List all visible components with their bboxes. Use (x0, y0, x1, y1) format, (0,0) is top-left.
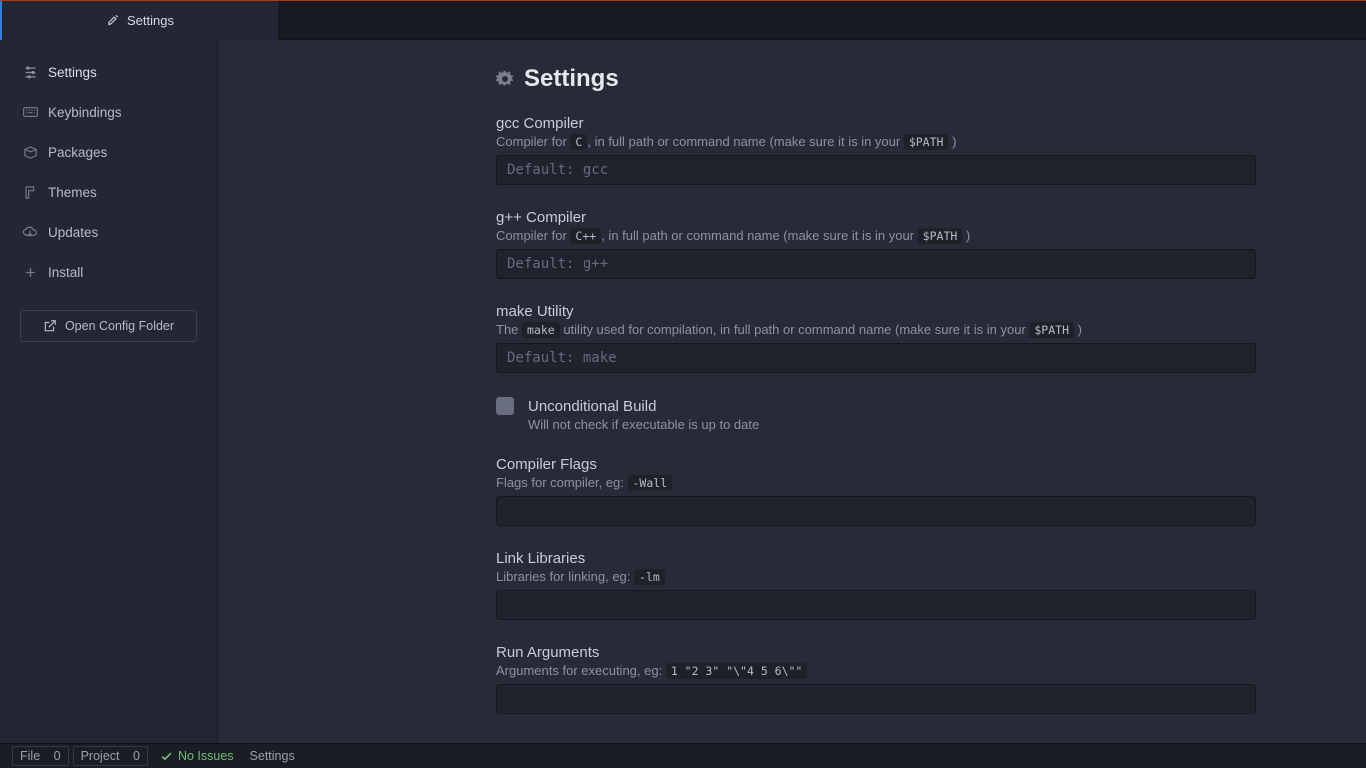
cloud-download-icon (22, 224, 38, 240)
status-bar: File 0 Project 0 No Issues Settings (0, 743, 1366, 768)
settings-sidebar: Settings Keybindings Packages Themes Upd… (0, 40, 218, 743)
link-libraries-input[interactable] (496, 590, 1256, 620)
sidebar-label: Keybindings (48, 105, 122, 120)
status-project[interactable]: Project 0 (73, 746, 148, 766)
gear-icon (496, 70, 514, 88)
sidebar-label: Updates (48, 225, 98, 240)
sidebar-item-keybindings[interactable]: Keybindings (0, 92, 217, 132)
gcc-compiler-input[interactable] (496, 155, 1256, 185)
sidebar-item-packages[interactable]: Packages (0, 132, 217, 172)
setting-run-arguments: Run Arguments Arguments for executing, e… (496, 644, 1256, 714)
settings-panel: Settings gcc Compiler Compiler for C, in… (218, 40, 1366, 743)
paint-icon (22, 184, 38, 200)
setting-link-libraries: Link Libraries Libraries for linking, eg… (496, 550, 1256, 620)
page-title: Settings (524, 65, 619, 93)
setting-gpp-compiler: g++ Compiler Compiler for C++, in full p… (496, 209, 1256, 279)
sidebar-item-settings[interactable]: Settings (0, 52, 217, 92)
make-utility-input[interactable] (496, 343, 1256, 373)
compiler-flags-input[interactable] (496, 496, 1256, 526)
status-file[interactable]: File 0 (12, 746, 69, 766)
sidebar-item-install[interactable]: Install (0, 252, 217, 292)
run-arguments-input[interactable] (496, 684, 1256, 714)
status-context: Settings (242, 749, 303, 763)
unconditional-build-checkbox[interactable] (496, 397, 514, 415)
check-icon (160, 750, 173, 763)
sidebar-item-themes[interactable]: Themes (0, 172, 217, 212)
setting-compiler-flags: Compiler Flags Flags for compiler, eg: -… (496, 456, 1256, 526)
status-issues[interactable]: No Issues (152, 749, 242, 763)
package-icon (22, 144, 38, 160)
sliders-icon (22, 64, 38, 80)
sidebar-label: Packages (48, 145, 107, 160)
open-config-label: Open Config Folder (65, 319, 174, 333)
wrench-icon (106, 13, 120, 27)
setting-gcc-compiler: gcc Compiler Compiler for C, in full pat… (496, 115, 1256, 185)
external-link-icon (43, 319, 57, 333)
gpp-compiler-input[interactable] (496, 249, 1256, 279)
open-config-folder-button[interactable]: Open Config Folder (20, 310, 197, 342)
tab-settings[interactable]: Settings (0, 0, 278, 40)
setting-make-utility: make Utility The make utility used for c… (496, 303, 1256, 373)
sidebar-label: Install (48, 265, 83, 280)
sidebar-label: Settings (48, 65, 97, 80)
sidebar-item-updates[interactable]: Updates (0, 212, 217, 252)
sidebar-label: Themes (48, 185, 97, 200)
plus-icon (22, 264, 38, 280)
text-cursor-icon (553, 372, 554, 392)
keyboard-icon (22, 104, 38, 120)
setting-unconditional-build: Unconditional Build Will not check if ex… (496, 397, 1256, 432)
tab-label: Settings (127, 13, 174, 28)
tab-bar: Settings (0, 0, 1366, 40)
